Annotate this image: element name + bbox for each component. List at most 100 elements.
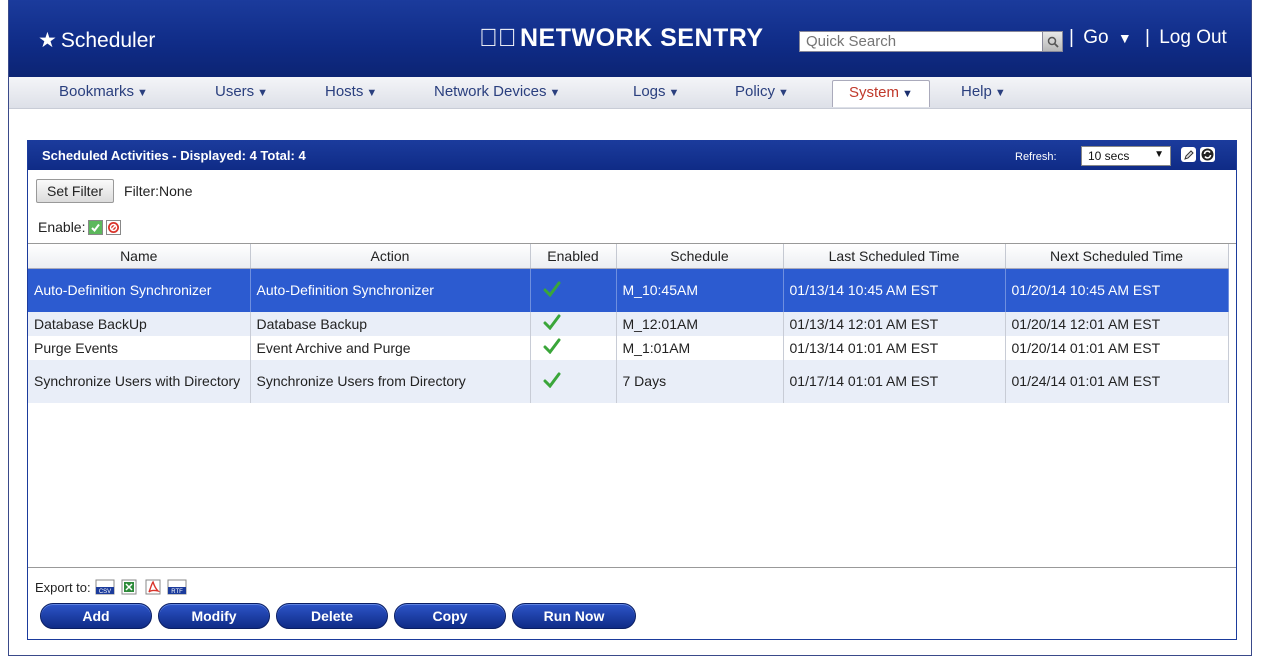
refresh-select[interactable]: 10 secs ▼ [1081,146,1171,166]
cell-name: Purge Events [28,336,251,360]
brand-logo: ✓⃝ NETWORK SENTRY [479,24,764,53]
pdf-export-icon[interactable] [143,579,163,595]
header-links: | Go ▼ | Log Out [1069,27,1231,49]
go-menu[interactable]: Go ▼ [1083,27,1136,48]
copy-button[interactable]: Copy [394,603,506,629]
cell-action: Synchronize Users from Directory [250,360,531,403]
column-header-name[interactable]: Name [28,244,251,269]
svg-text:RTF: RTF [171,589,183,595]
svg-text:CSV: CSV [98,589,110,595]
table-row[interactable]: Synchronize Users with Directory Synchro… [28,360,1229,403]
app-header: ★Scheduler ✓⃝NETWORK SENTRY | Go ▼ | Log… [9,0,1251,77]
nav-logs[interactable]: Logs ▼ [633,83,679,100]
filter-status: Filter:None [124,183,193,199]
caret-down-icon: ▼ [902,88,913,100]
nav-label: Policy [735,83,776,100]
enable-label: Enable: [38,219,86,235]
cell-name: Synchronize Users with Directory [28,360,251,403]
nav-bookmarks[interactable]: Bookmarks ▼ [59,83,148,100]
table-row[interactable]: Purge Events Event Archive and Purge M_1… [28,336,1229,360]
cell-enabled [530,360,617,403]
check-circle-icon: ✓⃝ [479,24,517,52]
enable-check-icon[interactable] [88,219,104,235]
column-header-last-time[interactable]: Last Scheduled Time [783,244,1006,269]
excel-export-icon[interactable] [119,579,139,595]
nav-label: Help [961,83,992,100]
refresh-value: 10 secs [1088,149,1130,163]
nav-help[interactable]: Help ▼ [961,83,1006,100]
separator: | [1145,27,1150,48]
refresh-icon[interactable] [1200,147,1215,162]
caret-down-icon: ▼ [1117,30,1132,46]
cell-schedule: 7 Days [616,360,784,403]
separator: | [1069,27,1074,48]
nav-label: Logs [633,83,666,100]
logout-link[interactable]: Log Out [1159,27,1227,48]
check-icon [543,314,560,331]
cell-action: Event Archive and Purge [250,336,531,360]
cell-name: Auto-Definition Synchronizer [28,268,251,312]
cell-schedule: M_1:01AM [616,336,784,360]
nav-hosts[interactable]: Hosts ▼ [325,83,377,100]
nav-label: Users [215,83,255,100]
cell-enabled [530,268,617,312]
caret-down-icon: ▼ [778,87,789,99]
search-button[interactable] [1042,31,1063,52]
column-header-schedule[interactable]: Schedule [616,244,784,269]
csv-export-icon[interactable]: CSV [95,579,115,595]
set-filter-button[interactable]: Set Filter [36,179,115,203]
column-header-action[interactable]: Action [250,244,531,269]
nav-label: System [849,84,900,101]
caret-down-icon: ▼ [137,87,148,99]
page-title-text: Scheduler [60,29,156,52]
panel-title: Scheduled Activities - Displayed: 4 Tota… [42,148,306,163]
cell-last-time: 01/13/14 10:45 AM EST [783,268,1006,312]
cell-name: Database BackUp [28,312,251,336]
action-buttons: Add Modify Delete Copy Run Now [40,603,642,629]
schedule-grid: Name Action Enabled Schedule Last Schedu… [28,243,1236,568]
edit-icon[interactable] [1181,147,1196,162]
nav-policy[interactable]: Policy ▼ [735,83,789,100]
modify-button[interactable]: Modify [158,603,270,629]
cell-action: Database Backup [250,312,531,336]
column-header-next-time[interactable]: Next Scheduled Time [1005,244,1229,269]
export-label: Export to: [35,579,91,595]
disable-icon[interactable] [106,219,122,235]
add-button[interactable]: Add [40,603,152,629]
caret-down-icon: ▼ [257,87,269,99]
schedule-table: Name Action Enabled Schedule Last Schedu… [28,244,1229,403]
caret-down-icon: ▼ [366,87,378,99]
table-row[interactable]: Database BackUp Database Backup M_12:01A… [28,312,1229,336]
panel-header: Scheduled Activities - Displayed: 4 Tota… [28,141,1236,170]
column-header-enabled[interactable]: Enabled [530,244,617,269]
cell-last-time: 01/17/14 01:01 AM EST [783,360,1006,403]
caret-down-icon: ▼ [994,87,1006,99]
star-icon[interactable]: ★ [38,29,57,52]
rtf-export-icon[interactable]: RTF [167,579,187,595]
nav-users[interactable]: Users ▼ [215,83,268,100]
nav-label: Hosts [325,83,364,100]
quick-search-input[interactable] [799,31,1044,52]
nav-system[interactable]: System ▼ [832,80,930,107]
cell-enabled [530,336,617,360]
refresh-label: Refresh: [1015,151,1057,163]
check-icon [543,281,560,297]
cell-schedule: M_12:01AM [616,312,784,336]
cell-action: Auto-Definition Synchronizer [250,268,531,312]
table-row[interactable]: Auto-Definition Synchronizer Auto-Defini… [28,268,1229,312]
nav-label: Bookmarks [59,83,135,100]
cell-enabled [530,312,617,336]
check-icon [543,372,560,388]
brand-name: NETWORK SENTRY [520,24,764,52]
delete-button[interactable]: Delete [276,603,388,629]
cell-schedule: M_10:45AM [616,268,784,312]
cell-next-time: 01/20/14 01:01 AM EST [1005,336,1229,360]
main-nav: Bookmarks ▼ Users ▼ Hosts ▼ Network Devices… [9,77,1251,109]
cell-last-time: 01/13/14 12:01 AM EST [783,312,1006,336]
caret-down-icon: ▼ [668,87,680,99]
search-icon [1047,36,1059,48]
caret-down-icon: ▼ [1154,149,1164,160]
nav-network-devices[interactable]: Network Devices ▼ [434,83,560,100]
app-window: ★Scheduler ✓⃝NETWORK SENTRY | Go ▼ | Log… [8,0,1252,656]
run-now-button[interactable]: Run Now [512,603,636,629]
